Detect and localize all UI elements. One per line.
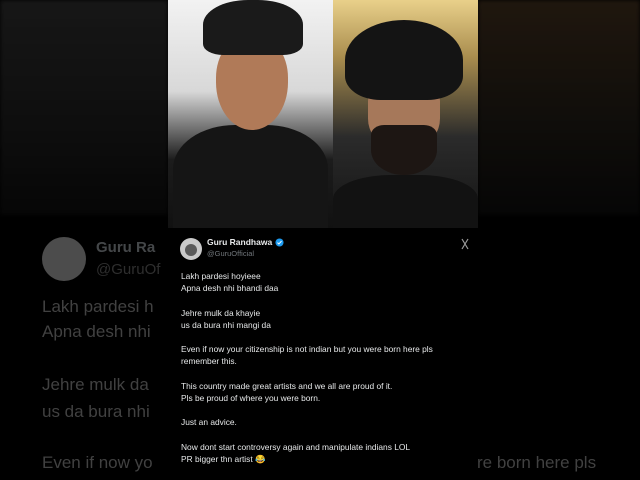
verified-badge-icon — [275, 237, 284, 247]
background-line: Apna desh nhi — [42, 322, 151, 341]
author-row: Guru Randhawa — [207, 237, 284, 247]
tweet-line: PR bigger thn artist 😂 — [181, 453, 266, 464]
tweet-line: us da bura nhi mangi da — [181, 319, 271, 330]
tweet-line: remember this. — [181, 356, 237, 367]
tweet: Guru Randhawa @GuruOfficial Lakh pardesi… — [168, 228, 478, 480]
tweet-line: Now dont start controversy again and man… — [181, 441, 411, 452]
background-line: Lakh pardesi h — [42, 297, 154, 316]
photo-right-person — [333, 0, 478, 228]
background-avatar — [42, 237, 86, 281]
background-handle: @GuruOf — [96, 261, 161, 278]
background-line: Even if now yo — [42, 453, 153, 472]
tweet-line: This country made great artists and we a… — [181, 380, 393, 391]
photo-left-person — [168, 0, 333, 228]
background-photo-left — [0, 0, 168, 215]
background-author-name: Guru Ra — [96, 239, 156, 256]
author-avatar[interactable] — [180, 238, 202, 260]
background-line: Jehre mulk da — [42, 375, 149, 394]
tweet-line: Just an advice. — [181, 417, 237, 428]
background-line: us da bura nhi — [42, 402, 150, 421]
tweet-text: Lakh pardesi hoyieee Apna desh nhi bhand… — [181, 270, 471, 465]
tweet-line: Even if now your citizenship is not indi… — [181, 344, 433, 355]
author-name[interactable]: Guru Randhawa — [207, 237, 272, 247]
background-photo-right — [478, 0, 640, 215]
tweet-line: Apna desh nhi bhandi daa — [181, 283, 279, 294]
x-logo-icon — [461, 238, 469, 250]
background-line: re born here pls — [477, 453, 597, 472]
tweet-line: Pls be proud of where you were born. — [181, 392, 321, 403]
tweet-card: Guru Randhawa @GuruOfficial Lakh pardesi… — [168, 0, 478, 480]
tweet-photo — [168, 0, 478, 228]
tweet-line: Lakh pardesi hoyieee — [181, 271, 261, 281]
author-handle[interactable]: @GuruOfficial — [207, 249, 254, 258]
tweet-line: Jehre mulk da khayie — [181, 307, 261, 318]
